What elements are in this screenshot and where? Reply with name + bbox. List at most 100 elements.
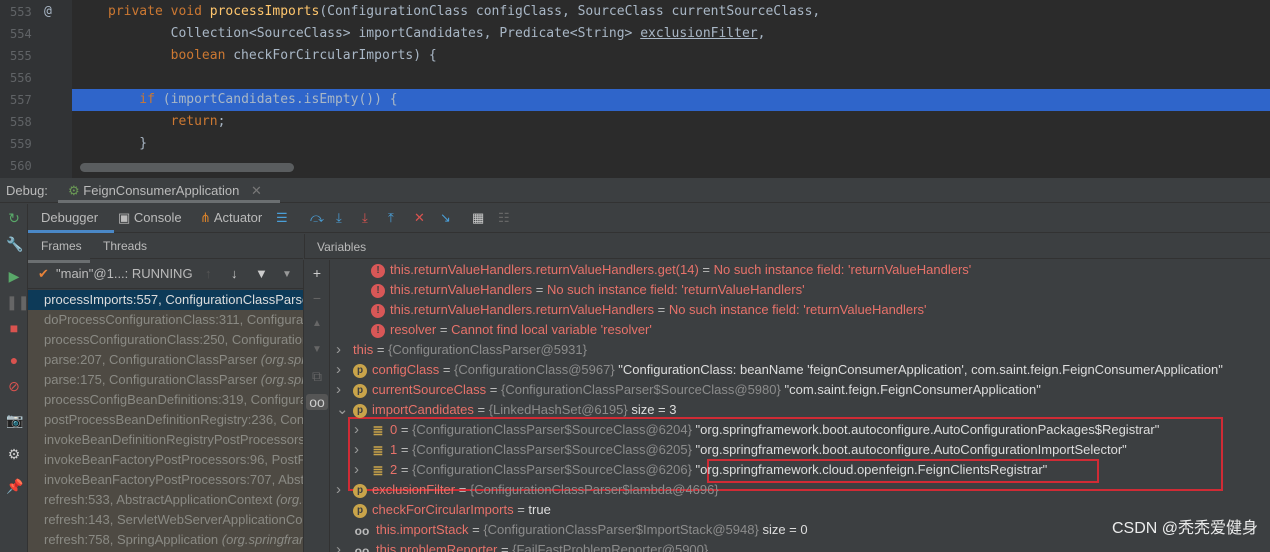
step-over-icon[interactable]: ⤓: [336, 210, 342, 226]
duplicate-icon[interactable]: ⧉: [309, 368, 325, 384]
watch-icon: oo: [354, 523, 370, 538]
variable-row[interactable]: › p exclusionFilter = {ConfigurationClassP…: [330, 480, 719, 500]
variable-row[interactable]: › ≣ 0 = {ConfigurationClassParser$SourceCl…: [330, 420, 1159, 440]
thread-selector[interactable]: ✔ "main"@1...: RUNNING ↑ ↓ ▼ ▼: [28, 260, 303, 289]
variable-row[interactable]: › ≣ 2 = {ConfigurationClassParser$SourceCl…: [330, 460, 1047, 480]
frame-item[interactable]: refresh:758, SpringApplication (org.spri…: [28, 530, 303, 550]
error-message: No such instance field: 'returnValueHand…: [546, 282, 805, 297]
frame-item[interactable]: parse:175, ConfigurationClassParser (org…: [28, 370, 303, 390]
mute-breakpoints-icon[interactable]: ⊘: [6, 378, 22, 394]
expand-arrow-icon[interactable]: ›: [354, 440, 359, 460]
variable-value: size = 3: [631, 402, 677, 417]
filter-icon[interactable]: ▼: [255, 266, 268, 281]
watches-toggle-icon[interactable]: oo: [306, 394, 328, 410]
code-line[interactable]: 555 boolean checkForCircularImports) {: [0, 45, 1270, 67]
frame-label: invokeBeanDefinitionRegistryPostProcesso…: [44, 432, 303, 447]
tab-console[interactable]: ▣ Console: [118, 210, 182, 226]
variable-row[interactable]: ⌄ p importCandidates = {LinkedHashSet@6195…: [330, 400, 677, 420]
expand-arrow-icon[interactable]: ›: [336, 480, 341, 500]
expand-arrow-icon[interactable]: ›: [336, 380, 341, 400]
variable-row[interactable]: ! this.returnValueHandlers.returnValueHan…: [330, 260, 971, 280]
resume-icon[interactable]: ▶: [6, 268, 22, 284]
expand-arrow-icon[interactable]: ›: [354, 460, 359, 480]
pause-icon[interactable]: ❚❚: [6, 294, 29, 310]
frame-item[interactable]: invokeBeanFactoryPostProcessors:707, Abs…: [28, 470, 303, 490]
camera-icon[interactable]: 📷: [6, 412, 23, 428]
dropdown-icon[interactable]: ▼: [282, 269, 292, 280]
code-line[interactable]: 558 return;: [0, 111, 1270, 133]
variable-reference: {ConfigurationClassParser$lambda@4696}: [469, 482, 719, 497]
show-execution-point-icon[interactable]: ⤼: [310, 210, 324, 226]
add-watch-icon[interactable]: +: [309, 265, 325, 281]
code-line[interactable]: 554 Collection<SourceClass> importCandid…: [0, 23, 1270, 45]
code-line[interactable]: 556: [0, 67, 1270, 89]
variable-row[interactable]: › ≣ 1 = {ConfigurationClassParser$SourceCl…: [330, 440, 1127, 460]
tab-actuator[interactable]: ⋔ Actuator: [200, 210, 262, 226]
rerun-icon[interactable]: ↻: [6, 210, 22, 226]
move-down-icon[interactable]: ▼: [309, 342, 325, 358]
variable-row[interactable]: › oo this.problemReporter = {FailFastProbl…: [330, 540, 708, 552]
tab-frames[interactable]: Frames: [28, 234, 90, 263]
code-line[interactable]: 559 }: [0, 133, 1270, 155]
up-arrow-icon[interactable]: ↑: [205, 266, 212, 281]
pin-icon[interactable]: 📌: [6, 478, 23, 494]
tab-debugger[interactable]: Debugger: [28, 204, 114, 233]
frame-item[interactable]: invokeBeanFactoryPostProcessors:96, Post…: [28, 450, 303, 470]
move-up-icon[interactable]: ▲: [309, 316, 325, 332]
stop-icon[interactable]: ■: [6, 320, 22, 336]
variable-name: this.returnValueHandlers.returnValueHand…: [390, 302, 654, 317]
variable-row[interactable]: oo this.importStack = {ConfigurationClass…: [330, 520, 808, 540]
variables-header: Variables: [304, 234, 1270, 259]
settings-icon[interactable]: ⚙: [6, 446, 22, 462]
view-breakpoints-icon[interactable]: ●: [6, 352, 22, 368]
variable-reference: {ConfigurationClassParser$SourceClass@62…: [412, 422, 692, 437]
variable-row[interactable]: › p currentSourceClass = {ConfigurationCla…: [330, 380, 1041, 400]
variable-row[interactable]: › p configClass = {ConfigurationClass@5967…: [330, 360, 1223, 380]
expand-arrow-icon[interactable]: ›: [354, 420, 359, 440]
drop-frame-icon[interactable]: ✕: [414, 210, 425, 226]
evaluate-expression-icon[interactable]: ▦: [472, 210, 484, 226]
layout-menu-icon[interactable]: ☰: [276, 210, 288, 226]
variable-name: this.returnValueHandlers: [390, 282, 533, 297]
code-text: if (importCandidates.isEmpty()) {: [108, 89, 397, 111]
tab-threads[interactable]: Threads: [103, 239, 147, 253]
remove-watch-icon[interactable]: −: [309, 290, 325, 306]
frame-item[interactable]: processConfigurationClass:250, Configura…: [28, 330, 303, 350]
variable-row[interactable]: ! resolver = Cannot find local variable '…: [330, 320, 652, 340]
variable-name: configClass: [372, 362, 440, 377]
line-number: 560: [10, 159, 32, 173]
line-number: 555: [10, 49, 32, 63]
frame-item[interactable]: postProcessBeanDefinitionRegistry:236, C…: [28, 410, 303, 430]
variable-row[interactable]: ! this.returnValueHandlers = No such inst…: [330, 280, 805, 300]
expand-arrow-icon[interactable]: ›: [336, 360, 341, 380]
variable-row[interactable]: ! this.returnValueHandlers.returnValueHan…: [330, 300, 926, 320]
frame-item[interactable]: invokeBeanDefinitionRegistryPostProcesso…: [28, 430, 303, 450]
down-arrow-icon[interactable]: ↓: [231, 266, 238, 281]
variable-reference: {ConfigurationClassParser$SourceClass@62…: [412, 462, 692, 477]
frame-item[interactable]: processImports:557, ConfigurationClassPa…: [28, 290, 303, 310]
horizontal-scrollbar[interactable]: [80, 163, 294, 172]
parameter-icon: p: [353, 483, 367, 498]
frame-item[interactable]: refresh:533, AbstractApplicationContext …: [28, 490, 303, 510]
session-tab[interactable]: ⚙ FeignConsumerApplication ✕: [58, 179, 280, 203]
frame-item[interactable]: doProcessConfigurationClass:311, Configu…: [28, 310, 303, 330]
frame-item[interactable]: parse:207, ConfigurationClassParser (org…: [28, 350, 303, 370]
close-icon[interactable]: ✕: [251, 183, 262, 198]
trace-stream-icon[interactable]: ☷: [498, 210, 510, 226]
run-to-cursor-icon[interactable]: ↘: [440, 210, 451, 226]
code-editor[interactable]: 553 @ private void processImports(Configur…: [0, 0, 1270, 178]
step-out-icon[interactable]: ⤒: [388, 210, 394, 226]
frame-item[interactable]: processConfigBeanDefinitions:319, Config…: [28, 390, 303, 410]
wrench-icon[interactable]: 🔧: [6, 236, 23, 252]
annotation-marker[interactable]: @: [44, 1, 52, 23]
expand-arrow-icon[interactable]: ›: [336, 340, 341, 360]
expand-arrow-icon[interactable]: ›: [336, 540, 341, 552]
variable-row[interactable]: › this = {ConfigurationClassParser@5931}: [330, 340, 587, 360]
code-line[interactable]: 553 @ private void processImports(Configur…: [0, 1, 1270, 23]
frame-item[interactable]: refresh:143, ServletWebServerApplication…: [28, 510, 303, 530]
code-line[interactable]: 557 if (importCandidates.isEmpty()) {: [0, 89, 1270, 111]
collapse-arrow-icon[interactable]: ⌄: [336, 400, 349, 420]
force-step-into-icon[interactable]: ⤓: [362, 210, 368, 226]
tab-actuator-label: Actuator: [213, 210, 263, 225]
variable-row[interactable]: p checkForCircularImports = true: [330, 500, 551, 520]
